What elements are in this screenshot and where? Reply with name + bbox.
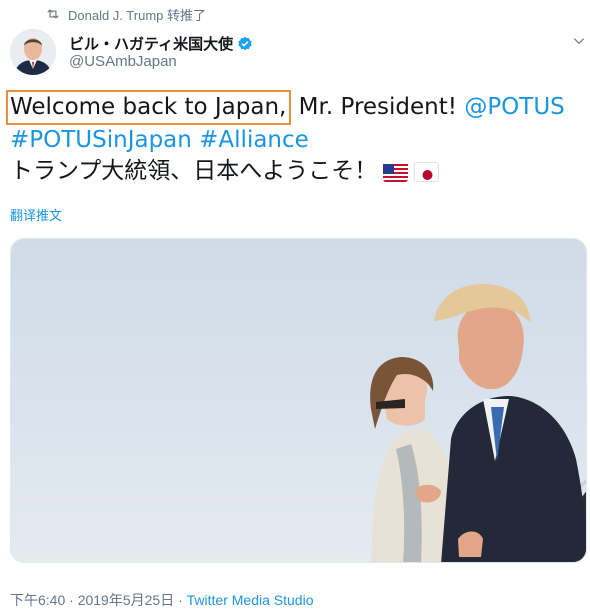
source-link[interactable]: Twitter Media Studio	[187, 592, 314, 608]
retweet-context[interactable]: Donald J. Trump 转推了	[46, 6, 206, 23]
retweet-icon	[47, 9, 59, 19]
us-flag-icon	[383, 162, 409, 182]
photo-image	[11, 239, 586, 562]
retweet-label: Donald J. Trump 转推了	[68, 7, 206, 23]
japanese-text: トランプ大統領、日本へようこそ！	[10, 158, 378, 184]
translate-tweet-link[interactable]: 翻译推文	[10, 205, 62, 224]
avatar-image	[10, 29, 56, 75]
author-handle[interactable]: @USAmbJapan	[69, 53, 177, 70]
verified-badge-icon	[238, 36, 252, 50]
timestamp-text[interactable]: 下午6:40 · 2019年5月25日 ·	[10, 592, 187, 608]
avatar[interactable]	[10, 29, 56, 75]
highlighted-phrase: Welcome back to Japan,	[6, 90, 292, 125]
japan-flag-icon	[414, 161, 440, 182]
tweet-text-part: Mr. President!	[291, 94, 465, 120]
display-name-text: ビル・ハガティ米国大使	[69, 36, 234, 53]
tweet-text: Welcome back to Japan, Mr. President! @P…	[6, 90, 582, 187]
hashtag-link[interactable]: #Alliance	[199, 125, 309, 156]
chevron-down-icon[interactable]	[572, 34, 586, 48]
tweet-timestamp: 下午6:40 · 2019年5月25日 · Twitter Media Stud…	[10, 590, 313, 610]
author-display-name[interactable]: ビル・ハガティ米国大使	[69, 33, 253, 54]
mention-link[interactable]: @POTUS	[464, 92, 564, 123]
tweet-photo[interactable]	[10, 238, 587, 563]
hashtag-link[interactable]: #POTUSinJapan	[10, 125, 192, 156]
